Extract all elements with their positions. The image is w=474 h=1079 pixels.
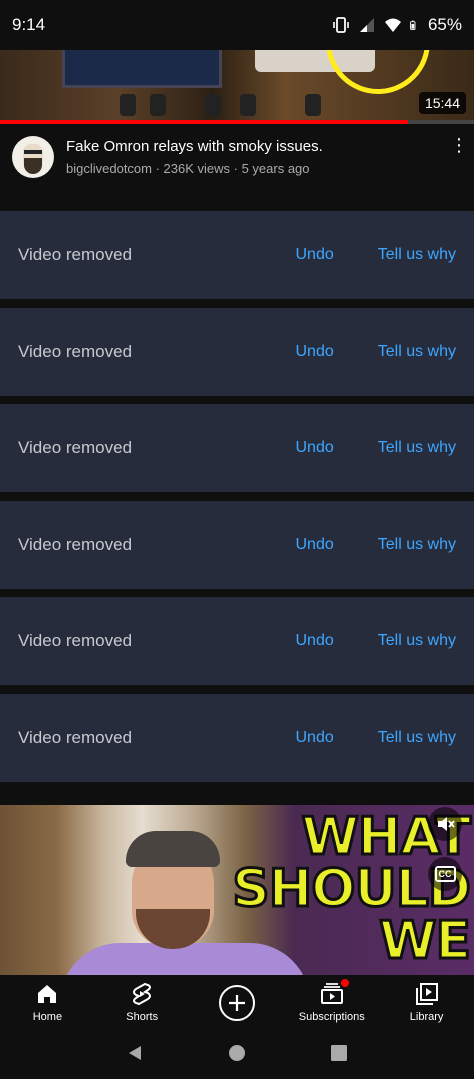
nav-home-label: Home [32,1011,63,1023]
undo-button[interactable]: Undo [296,536,334,554]
video-title[interactable]: Fake Omron relays with smoky issues. [66,137,450,157]
recents-square-icon[interactable] [329,1043,349,1063]
removed-item: Video removed Undo Tell us why [0,501,474,589]
tell-us-why-button[interactable]: Tell us why [378,632,456,650]
nav-shorts-label: Shorts [126,1011,159,1023]
battery-icon [410,20,416,30]
back-triangle-icon[interactable] [125,1043,145,1063]
bottom-nav: Home Shorts Subscriptions Library [0,975,474,1027]
create-plus-icon [218,985,255,1021]
removed-message: Video removed [18,535,133,554]
nav-library[interactable]: Library [380,981,474,1023]
removed-message: Video removed [18,342,133,361]
video-duration-badge: 15:44 [418,92,466,114]
captions-button[interactable]: CC [428,857,462,891]
removed-item: Video removed Undo Tell us why [0,404,474,492]
nav-subscriptions-label: Subscriptions [298,1011,365,1023]
removed-item: Video removed Undo Tell us why [0,597,474,685]
cc-label: CC [434,866,456,882]
home-icon [34,981,60,1007]
volume-off-icon[interactable] [428,807,462,841]
undo-button[interactable]: Undo [296,632,334,650]
library-icon [414,981,440,1007]
tell-us-why-button[interactable]: Tell us why [378,439,456,457]
channel-avatar[interactable] [12,136,54,178]
removed-item: Video removed Undo Tell us why [0,308,474,396]
nav-create[interactable] [190,981,284,1021]
nav-shorts[interactable]: Shorts [95,981,189,1023]
tell-us-why-button[interactable]: Tell us why [378,536,456,554]
nav-library-label: Library [409,1011,444,1023]
tell-us-why-button[interactable]: Tell us why [378,343,456,361]
top-video-thumbnail[interactable]: 15:44 [0,50,474,120]
undo-button[interactable]: Undo [296,729,334,747]
shorts-icon [129,981,155,1007]
system-nav-bar [0,1027,474,1079]
more-vert-icon[interactable]: ⋮ [450,136,468,210]
removed-item: Video removed Undo Tell us why [0,694,474,782]
removed-message: Video removed [18,438,133,457]
tell-us-why-button[interactable]: Tell us why [378,246,456,264]
removed-item: Video removed Undo Tell us why [0,211,474,299]
undo-button[interactable]: Undo [296,343,334,361]
battery-percent: 65% [427,15,462,34]
undo-button[interactable]: Undo [296,246,334,264]
status-bar: 9:14 65% [0,0,474,50]
video-info-row[interactable]: Fake Omron relays with smoky issues. big… [0,124,474,210]
thumbnail-highlight-ring [326,50,430,94]
signal-icon [359,18,374,32]
status-icons: 65% [332,15,462,35]
video-meta: bigclivedotcom · 236K views · 5 years ag… [66,161,310,176]
tell-us-why-button[interactable]: Tell us why [378,729,456,747]
removed-message: Video removed [18,728,133,747]
removed-message: Video removed [18,245,133,264]
vibrate-icon [333,17,349,33]
removed-message: Video removed [18,631,133,650]
undo-button[interactable]: Undo [296,439,334,457]
status-time: 9:14 [12,15,46,34]
subscriptions-icon [319,979,349,1007]
overlay-line: WE [378,911,473,971]
thumbnail-relay-shape [62,50,222,88]
nav-home[interactable]: Home [0,981,94,1023]
notification-dot [340,979,349,987]
bottom-video-thumbnail[interactable]: WHAT SHOULD WE CC [0,805,474,975]
nav-subscriptions[interactable]: Subscriptions [285,979,379,1023]
home-circle-icon[interactable] [227,1043,247,1063]
wifi-icon [384,18,401,32]
